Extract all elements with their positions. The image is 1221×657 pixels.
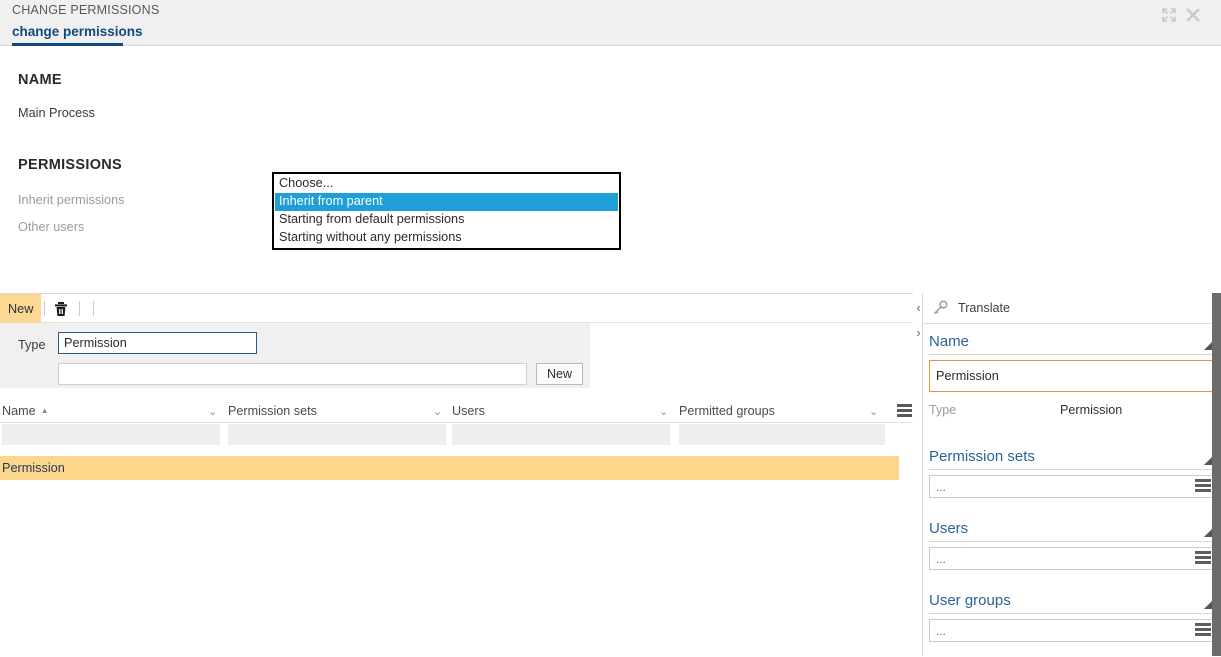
maximize-icon[interactable] [1159,5,1179,25]
name-heading: NAME [18,72,62,88]
toolbar-separator [44,301,45,316]
sort-ascending-icon: ▲ [40,405,49,415]
window-header: CHANGE PERMISSIONS change permissions [0,0,1221,46]
permission-list-pane: New Type New Name▲⌄Permission sets⌄Use [0,293,913,656]
table-row[interactable]: Permission [0,456,899,480]
panel-section-label: Name [929,333,970,350]
column-menu-chevron-down-icon[interactable]: ⌄ [433,399,445,423]
table-header-row: Name ▲ ⌄ Permission sets ⌄ Users ⌄ Permitted gr… [0,399,913,423]
type-label: Type [18,338,46,352]
grid-menu-icon[interactable] [897,404,912,417]
column-menu-chevron-down-icon[interactable]: ⌄ [659,399,671,423]
list-toolbar: New [0,294,913,323]
panel-section-label: Permission sets [929,448,1035,465]
new-button[interactable]: New [0,294,42,323]
dropdown-option[interactable]: Choose... [275,175,618,193]
permissions-heading: PERMISSIONS [18,157,123,173]
panel-lookup-input[interactable] [929,619,1214,642]
panel-lookup-input[interactable] [929,547,1214,570]
other-users-label: Other users [18,220,85,234]
table-filter-row [0,424,913,446]
list-picker-icon[interactable] [1192,548,1213,569]
new-item-button[interactable]: New [536,363,583,385]
window-title: CHANGE PERMISSIONS [12,3,160,17]
panel-divider [929,613,1214,614]
inherit-permissions-label: Inherit permissions [18,193,125,207]
type-input[interactable] [58,332,257,354]
lower-split-container: New Type New Name▲⌄Permission sets⌄Use [0,293,1221,656]
trash-icon[interactable] [52,300,70,318]
column-filter-input[interactable] [228,424,446,445]
translate-label: Translate [958,301,1011,315]
column-header-label: Users [452,404,485,418]
column-menu-chevron-down-icon[interactable]: ⌄ [208,399,220,423]
list-picker-icon[interactable] [1192,476,1213,497]
panel-type-label: Type [929,403,957,417]
dropdown-option[interactable]: Inherit from parent [275,193,618,211]
inherit-permissions-dropdown[interactable]: Choose... Inherit from parent Starting fro… [272,172,621,250]
key-icon [931,299,949,317]
column-header-users[interactable]: Users [452,399,670,423]
panel-section-label: Users [929,520,969,537]
column-menu-chevron-down-icon[interactable]: ⌄ [869,399,881,423]
panel-section-label: User groups [929,592,1011,609]
permissions-table: Name ▲ ⌄ Permission sets ⌄ Users ⌄ Permitted gr… [0,399,913,657]
translate-button[interactable]: Translate [923,293,1221,324]
toolbar-separator [93,301,94,316]
process-name-value: Main Process [18,106,95,120]
column-header-label: Permission sets [228,404,317,418]
panel-lookup-input[interactable] [929,475,1214,498]
column-filter-input[interactable] [452,424,670,445]
close-icon[interactable] [1183,5,1203,25]
column-header-name[interactable]: Name ▲ [2,399,220,423]
toolbar-separator [79,301,80,316]
tab-change-permissions[interactable]: change permissions [12,24,143,43]
panel-divider [929,469,1214,470]
dropdown-option[interactable]: Starting from default permissions [275,211,618,229]
detail-pane: Translate Name Type Permission Permission s… [922,293,1221,656]
panel-type-value: Permission [1060,403,1123,417]
vertical-scrollbar[interactable] [1212,293,1221,656]
column-header-label: Name [2,404,36,418]
panel-divider [929,354,1214,355]
new-item-input[interactable] [58,363,527,385]
column-header-label: Permitted groups [679,404,775,418]
panel-divider [929,541,1214,542]
panel-name-input[interactable] [929,360,1214,392]
column-header-permission-sets[interactable]: Permission sets [228,399,446,423]
column-header-permitted-groups[interactable]: Permitted groups [679,399,885,423]
dropdown-option[interactable]: Starting without any permissions [275,229,618,247]
column-filter-input[interactable] [679,424,885,445]
permissions-form: NAME Main Process PERMISSIONS Inherit pe… [0,46,1221,293]
list-picker-icon[interactable] [1192,620,1213,641]
type-entry-panel: Type New [0,323,590,388]
column-filter-input[interactable] [2,424,220,445]
